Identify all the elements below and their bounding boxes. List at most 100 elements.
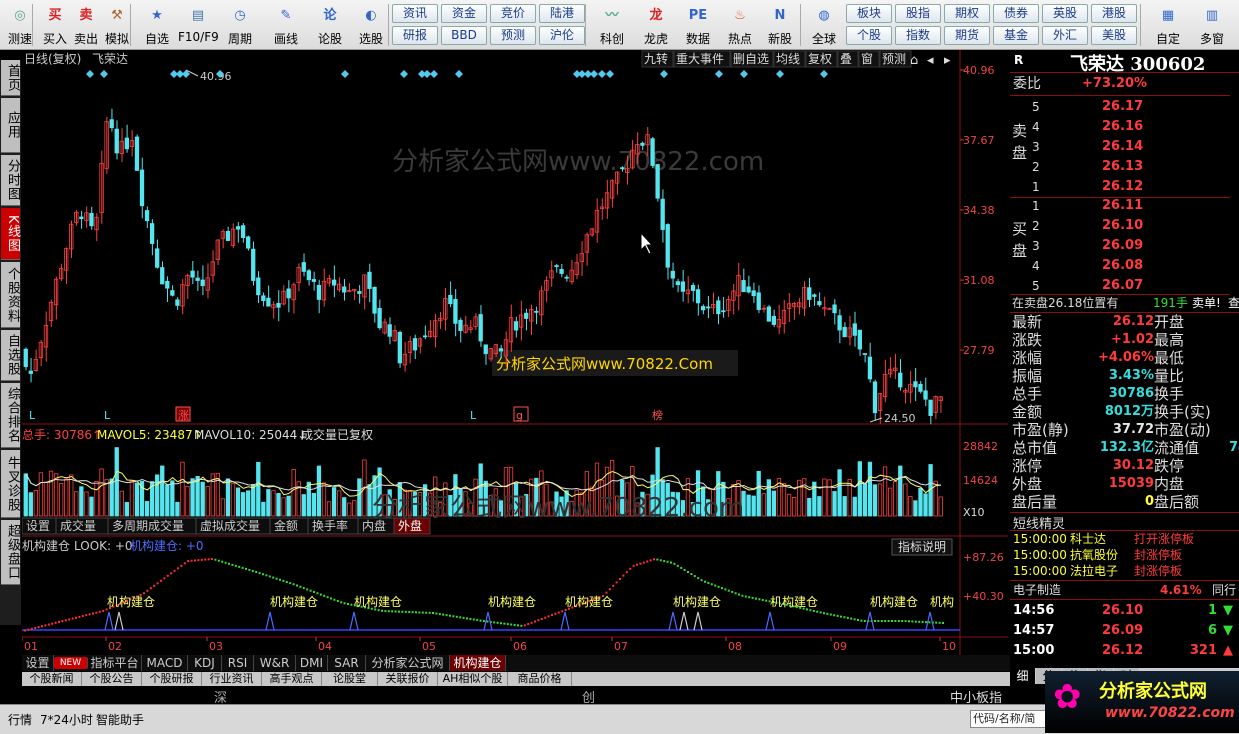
quick-button-3[interactable]: 陆港 — [539, 4, 585, 23]
indicator-tab-2[interactable]: 指标平台 — [88, 655, 142, 671]
short-item-1[interactable]: 15:00:00 抗氧股份 封涨停板 — [1010, 547, 1239, 563]
indicator-tab-8[interactable]: SAR — [328, 655, 366, 671]
toolbar-button-3[interactable]: ⚒ 模拟 — [97, 2, 137, 48]
news-tab-2[interactable]: 个股研报 — [142, 672, 202, 686]
marker-3[interactable]: L — [470, 409, 477, 422]
bid-row-3[interactable]: 4 26.08 — [1010, 257, 1239, 275]
event-diamond-6[interactable] — [341, 70, 349, 78]
notice-row[interactable]: 在卖盘26.18位置有 191手 卖单! 查 — [1010, 294, 1239, 312]
marker-1[interactable]: L — [104, 409, 111, 422]
ask-row-2[interactable]: 3 26.14 — [1010, 138, 1239, 156]
quick-button-9[interactable]: 港股 — [1091, 4, 1137, 23]
toolbar-button-10[interactable]: 〰科创 — [592, 2, 632, 48]
quick-button-b1[interactable]: BBD — [441, 26, 487, 45]
sidebar-tab-0[interactable]: 首页 — [1, 60, 20, 96]
news-tab-0[interactable]: 个股新闻 — [22, 672, 82, 686]
quick-button-b2[interactable]: 预测 — [490, 26, 536, 45]
indicator-tab-1[interactable]: NEW — [54, 657, 88, 669]
news-tab-1[interactable]: 个股公告 — [82, 672, 142, 686]
toolbar-button-13[interactable]: ♨ 热点 — [720, 2, 760, 48]
event-diamond-10[interactable] — [430, 70, 438, 78]
short-item-0[interactable]: 15:00:00 科士达 打开涨停板 — [1010, 531, 1239, 547]
quick-button-0[interactable]: 资讯 — [392, 4, 438, 23]
news-tab-7[interactable]: AH相似个股 — [438, 672, 508, 686]
event-diamond-15[interactable] — [590, 70, 598, 78]
quick-button-6[interactable]: 期权 — [944, 4, 990, 23]
indicator-tab-0[interactable]: 设置 — [22, 655, 54, 671]
indicator-tab-10[interactable]: 机构建仓 — [450, 655, 506, 671]
quick-button-b3[interactable]: 沪伦 — [539, 26, 585, 45]
bid-row-1[interactable]: 2 26.10 — [1010, 217, 1239, 235]
sidebar-tab-7[interactable]: 牛叉诊股 — [1, 450, 20, 518]
lock-icon[interactable]: ⌂ — [910, 53, 918, 68]
quick-button-b0[interactable]: 研报 — [392, 26, 438, 45]
event-diamond-22[interactable] — [820, 70, 828, 78]
marker-4[interactable]: g — [516, 409, 523, 422]
bid-row-0[interactable]: 1 26.11 — [1010, 197, 1239, 215]
toolbar-button-17[interactable]: ▥ 多窗 — [1190, 2, 1234, 48]
news-tab-8[interactable]: 商品价格 — [508, 672, 572, 686]
back-icon[interactable]: ◂ — [927, 53, 934, 68]
toolbar-button-8[interactable]: 论论股 — [310, 2, 350, 48]
marker-2[interactable]: 涨 — [178, 409, 189, 422]
short-item-2[interactable]: 15:00:00 法拉电子 封涨停板 — [1010, 563, 1239, 579]
event-diamond-7[interactable] — [400, 70, 408, 78]
event-diamond-1[interactable] — [100, 70, 108, 78]
quick-button-1[interactable]: 资金 — [441, 4, 487, 23]
notice-more[interactable]: 查 — [1228, 294, 1239, 312]
sidebar-tab-6[interactable]: 综合排名 — [1, 383, 20, 448]
event-diamond-21[interactable] — [776, 70, 784, 78]
sector-more[interactable]: 同行 — [1212, 581, 1236, 599]
quick-button-b8[interactable]: 外汇 — [1042, 26, 1088, 45]
toolbar-button-9[interactable]: ◐ 选股 — [351, 2, 391, 48]
status-item-1[interactable]: 7*24小时 — [40, 711, 93, 728]
toolbar-button-0[interactable]: ◎ 测速 — [0, 2, 40, 48]
indicator-tab-5[interactable]: RSI — [222, 655, 254, 671]
indicator-tab-7[interactable]: DMI — [296, 655, 328, 671]
sidebar-tab-5[interactable]: 自选股 — [1, 330, 20, 381]
bid-row-2[interactable]: 3 26.09 — [1010, 237, 1239, 255]
event-diamond-17[interactable] — [606, 70, 614, 78]
event-diamond-20[interactable] — [740, 70, 748, 78]
toolbar-button-14[interactable]: N 新股 — [760, 2, 800, 48]
sidebar-tab-8[interactable]: 超级盘口 — [1, 520, 20, 585]
toolbar-button-11[interactable]: 龙龙虎 — [636, 2, 676, 48]
marker-5[interactable]: 榜 — [652, 408, 663, 422]
marker-0[interactable]: L — [29, 409, 36, 422]
quick-button-b9[interactable]: 美股 — [1091, 26, 1137, 45]
quote-tab-0[interactable]: 细 — [1010, 668, 1035, 684]
sector-row[interactable]: 电子制造 4.61% 同行 — [1010, 581, 1239, 599]
ask-row-0[interactable]: 5 26.17 — [1010, 98, 1239, 116]
news-tab-5[interactable]: 论股堂 — [322, 672, 378, 686]
news-tab-4[interactable]: 高手观点 — [262, 672, 322, 686]
sidebar-tab-3[interactable]: K线图 — [1, 208, 20, 260]
quick-button-b5[interactable]: 指数 — [895, 26, 941, 45]
quick-button-5[interactable]: 股指 — [895, 4, 941, 23]
event-diamond-19[interactable] — [715, 70, 723, 78]
toolbar-button-15[interactable]: ◍ 全球 — [804, 2, 844, 48]
status-item-0[interactable]: 行情 — [8, 711, 32, 728]
event-diamond-18[interactable] — [660, 70, 668, 78]
news-tab-3[interactable]: 行业资讯 — [202, 672, 262, 686]
sidebar-tab-1[interactable]: 应用 — [1, 98, 20, 153]
event-diamond-9[interactable] — [423, 70, 431, 78]
quick-button-2[interactable]: 竞价 — [490, 4, 536, 23]
quick-button-7[interactable]: 债券 — [993, 4, 1039, 23]
event-diamond-11[interactable] — [455, 70, 463, 78]
ask-row-4[interactable]: 1 26.12 — [1010, 178, 1239, 196]
quick-button-b4[interactable]: 个股 — [846, 26, 892, 45]
ask-row-3[interactable]: 2 26.13 — [1010, 158, 1239, 176]
quick-button-b7[interactable]: 基金 — [993, 26, 1039, 45]
event-diamond-0[interactable] — [86, 70, 94, 78]
quick-button-8[interactable]: 英股 — [1042, 4, 1088, 23]
indicator-tab-9[interactable]: 分析家公式网 — [366, 655, 450, 671]
toolbar-button-6[interactable]: ◷ 周期 — [220, 2, 260, 48]
event-diamond-16[interactable] — [598, 70, 606, 78]
ask-row-1[interactable]: 4 26.16 — [1010, 118, 1239, 136]
indicator-tab-6[interactable]: W&R — [254, 655, 296, 671]
toolbar-button-12[interactable]: PE 数据 — [678, 2, 718, 48]
status-item-2[interactable]: 智能助手 — [96, 711, 144, 728]
toolbar-button-4[interactable]: ★ 自选 — [137, 2, 177, 48]
indicator-tab-3[interactable]: MACD — [142, 655, 188, 671]
forward-icon[interactable]: ▸ — [944, 53, 951, 68]
